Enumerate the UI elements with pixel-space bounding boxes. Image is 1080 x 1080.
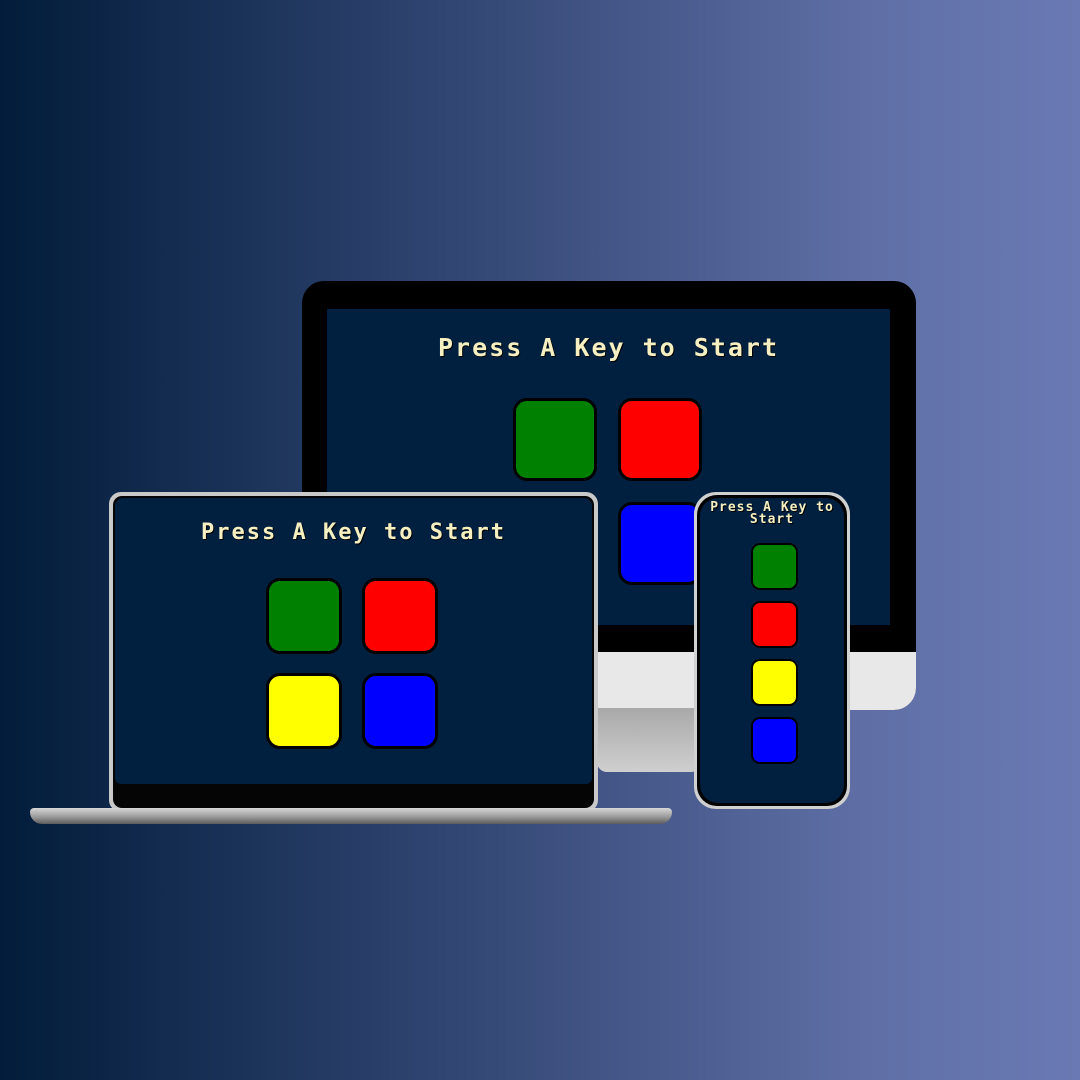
phone-game-screen: Press A Key to Start [700, 498, 844, 803]
desktop-start-prompt: Press A Key to Start [437, 333, 780, 362]
phone-yellow-pad[interactable] [751, 659, 798, 706]
desktop-red-pad[interactable] [618, 398, 702, 481]
phone-blue-pad[interactable] [751, 717, 798, 764]
monitor-stand [597, 708, 701, 772]
laptop-green-pad[interactable] [266, 578, 342, 654]
desktop-green-pad[interactable] [513, 398, 597, 481]
laptop-blue-pad[interactable] [362, 673, 438, 749]
laptop-red-pad[interactable] [362, 578, 438, 654]
laptop-game-screen: Press A Key to Start [115, 498, 592, 784]
laptop-start-prompt: Press A Key to Start [201, 520, 506, 545]
phone-green-pad[interactable] [751, 543, 798, 590]
phone-red-pad[interactable] [751, 601, 798, 648]
desktop-blue-pad[interactable] [618, 502, 702, 585]
laptop-base [30, 808, 672, 824]
phone-start-prompt: Press A Key to Start [710, 500, 834, 527]
laptop-yellow-pad[interactable] [266, 673, 342, 749]
